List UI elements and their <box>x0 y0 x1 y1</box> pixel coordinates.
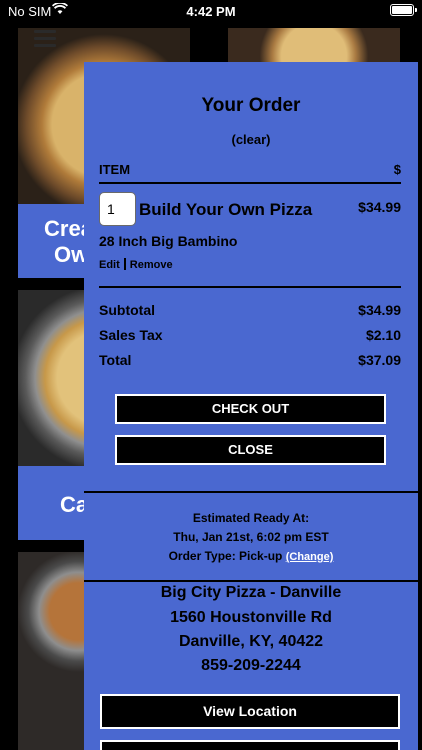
next-button[interactable] <box>100 740 400 750</box>
order-item-price: $34.99 <box>358 199 401 215</box>
change-order-type-link[interactable]: (Change) <box>286 551 334 563</box>
edit-item-link[interactable]: Edit <box>99 259 120 271</box>
subtotal-value: $34.99 <box>358 302 401 318</box>
status-bar: No SIM 4:42 PM <box>0 0 422 22</box>
close-button[interactable]: CLOSE <box>115 435 386 465</box>
sales-tax-label: Sales Tax <box>99 327 163 343</box>
menu-icon[interactable] <box>34 30 56 48</box>
order-title: Your Order <box>201 95 301 116</box>
order-item-option: 28 Inch Big Bambino <box>99 233 238 249</box>
store-phone[interactable]: 859-209-2244 <box>84 657 418 675</box>
section-divider <box>84 580 418 582</box>
clear-order-link[interactable]: (clear) <box>84 132 418 147</box>
store-address-line2: Danville, KY, 40422 <box>178 633 324 650</box>
order-type: Order Type: Pick-up (Change) <box>84 549 418 563</box>
view-location-button[interactable]: View Location <box>100 694 400 729</box>
check-out-button[interactable]: CHECK OUT <box>115 394 386 424</box>
section-divider <box>84 491 418 493</box>
order-item-actions: Edit Remove <box>99 258 173 271</box>
subtotal-label: Subtotal <box>99 302 155 318</box>
items-divider <box>99 286 401 288</box>
estimated-ready-label: Estimated Ready At: <box>192 511 310 525</box>
total-value: $37.09 <box>358 352 401 368</box>
total-label: Total <box>99 352 132 368</box>
estimated-ready-time: Thu, Jan 21st, 6:02 pm EST <box>173 530 329 544</box>
order-panel: Your Order (clear) ITEM $ Build Your Own… <box>84 62 418 750</box>
order-type-label: Order Type: Pick-up <box>168 549 283 563</box>
store-name: Big City Pizza - Danville <box>160 584 342 601</box>
store-address-line1: 1560 Houstonville Rd <box>170 609 332 626</box>
quantity-input[interactable] <box>99 192 136 226</box>
sales-tax-value: $2.10 <box>365 327 401 343</box>
remove-item-link[interactable]: Remove <box>130 259 173 271</box>
clock: 4:42 PM <box>186 4 236 19</box>
battery-icon <box>390 4 417 16</box>
price-column-header: $ <box>393 162 401 177</box>
item-column-header: ITEM <box>99 162 131 177</box>
actions-separator <box>123 258 126 270</box>
order-item-name: Build Your Own Pizza <box>139 200 313 219</box>
header-divider <box>99 182 401 184</box>
